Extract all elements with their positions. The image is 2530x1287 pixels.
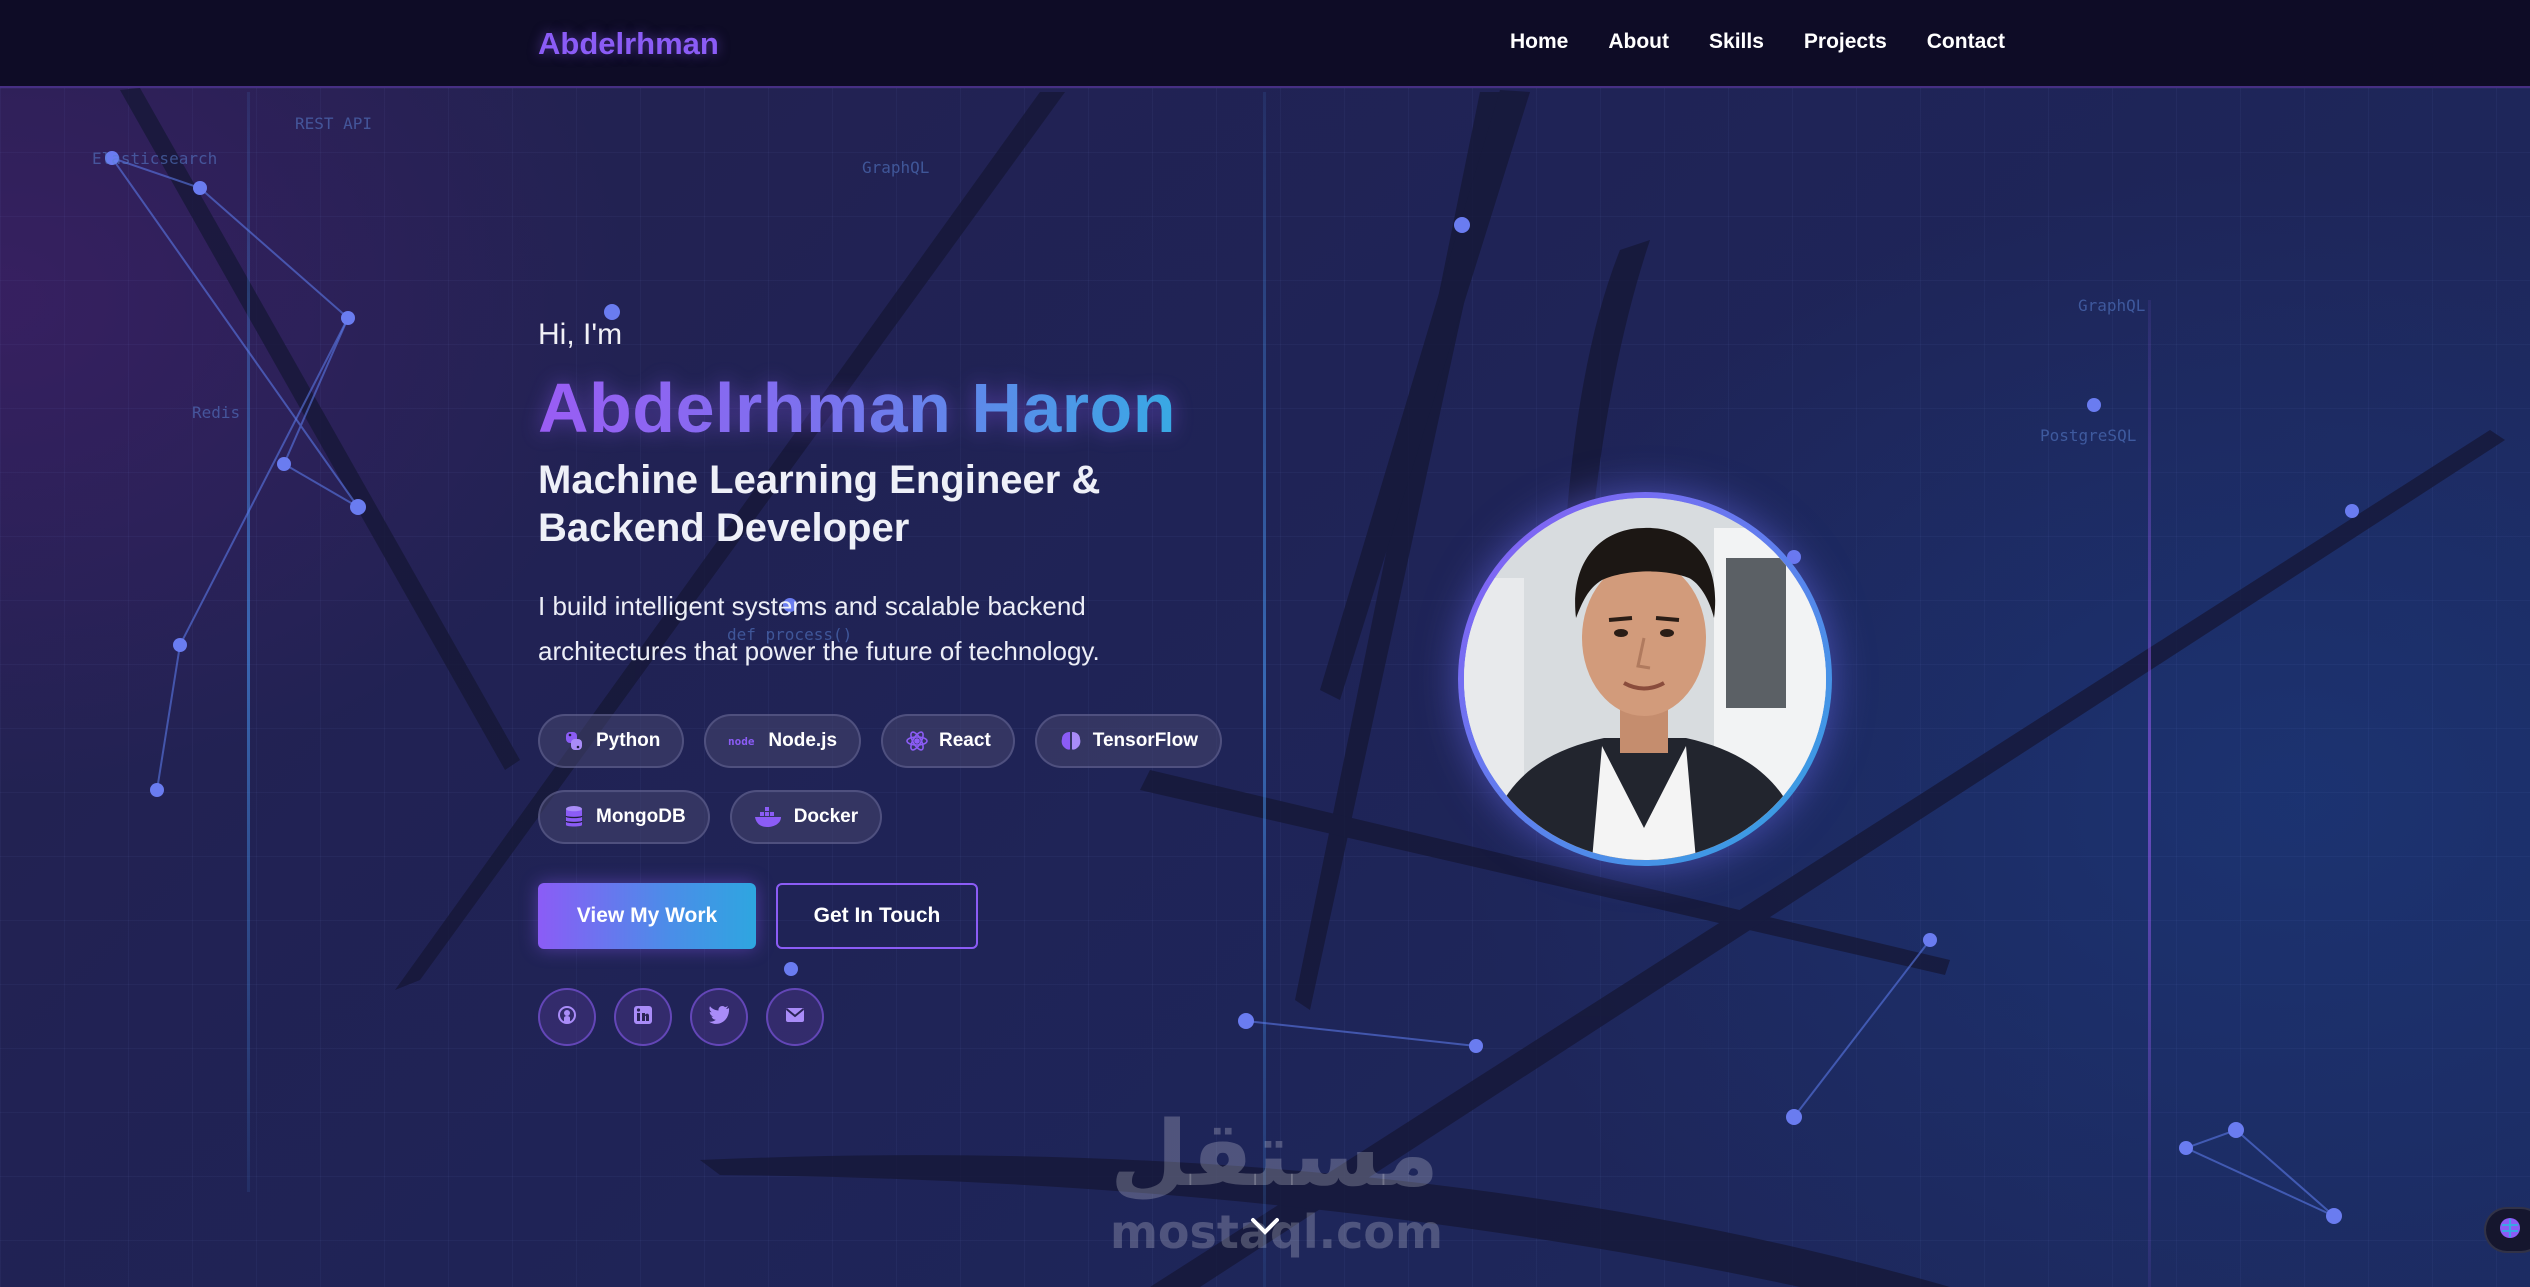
skill-tag-docker: Docker — [729, 790, 883, 844]
email-link[interactable] — [766, 988, 824, 1046]
hero-description-line: I build intelligent systems and scalable… — [538, 591, 1086, 621]
bg-label: Redis — [192, 403, 241, 422]
bg-label: GraphQL — [862, 158, 930, 177]
hero-description-line: architectures that power the future of t… — [538, 636, 1100, 666]
twitter-icon — [708, 1005, 730, 1030]
hero-title-line: Machine Learning Engineer & — [538, 458, 1101, 502]
profile-photo — [1464, 498, 1826, 860]
chevron-down-icon — [1249, 1218, 1281, 1240]
nodejs-icon: node — [728, 729, 758, 753]
get-in-touch-button[interactable]: Get In Touch — [776, 883, 978, 949]
github-icon — [557, 1005, 577, 1030]
skill-tag-react: React — [881, 714, 1015, 768]
github-link[interactable] — [538, 988, 596, 1046]
bg-label: REST API — [295, 114, 373, 133]
bg-label: Elasticsearch — [92, 149, 218, 168]
profile-photo-frame — [1458, 492, 1832, 866]
skill-tag-label: Node.js — [768, 730, 838, 751]
social-links — [538, 988, 842, 1046]
linkedin-icon — [633, 1005, 653, 1030]
nav-link-skills[interactable]: Skills — [1709, 30, 1764, 54]
python-icon — [562, 729, 586, 753]
brain-icon — [2498, 1216, 2522, 1245]
skill-tag-mongodb: MongoDB — [538, 790, 710, 844]
bg-label: PostgreSQL — [2040, 426, 2137, 445]
skill-tag-label: Docker — [793, 806, 859, 827]
floating-assistant-button[interactable] — [2484, 1207, 2530, 1253]
bg-label: GraphQL — [2078, 296, 2146, 315]
scroll-down-indicator[interactable] — [1249, 1216, 1281, 1241]
hero-name: Abdelrhman Haron — [538, 369, 1177, 447]
nav-link-about[interactable]: About — [1608, 30, 1669, 54]
database-icon — [562, 805, 586, 829]
nav-link-contact[interactable]: Contact — [1927, 30, 2005, 54]
skill-tag-label: MongoDB — [596, 806, 686, 827]
skill-tags: Python node Node.js React TensorFlow Mon… — [538, 714, 1258, 866]
background-network-graphic — [105, 88, 2505, 1287]
hero-greeting: Hi, I'm — [538, 318, 623, 351]
skill-tag-label: Python — [596, 730, 661, 751]
twitter-link[interactable] — [690, 988, 748, 1046]
skill-tag-nodejs: node Node.js — [704, 714, 862, 768]
email-icon — [785, 1007, 805, 1028]
docker-icon — [754, 805, 784, 829]
brain-icon — [1059, 729, 1083, 753]
navbar: Abdelrhman Home About Skills Projects Co… — [0, 0, 2530, 88]
skill-tag-label: React — [939, 730, 991, 751]
nav-link-projects[interactable]: Projects — [1804, 30, 1887, 54]
linkedin-link[interactable] — [614, 988, 672, 1046]
nav-link-home[interactable]: Home — [1510, 30, 1568, 54]
hero-title-line: Backend Developer — [538, 506, 910, 550]
hero-description: I build intelligent systems and scalable… — [538, 584, 1218, 674]
react-icon — [905, 729, 929, 753]
skill-tag-tensorflow: TensorFlow — [1034, 714, 1222, 768]
skill-tag-python: Python — [538, 714, 685, 768]
view-my-work-button[interactable]: View My Work — [538, 883, 756, 949]
watermark-arabic: مستقل — [1110, 1102, 1440, 1207]
hero-title: Machine Learning Engineer & Backend Deve… — [538, 456, 1238, 552]
svg-text:node: node — [728, 735, 755, 748]
brand-logo[interactable]: Abdelrhman — [538, 26, 719, 62]
nav-links: Home About Skills Projects Contact — [1510, 30, 2045, 54]
skill-tag-label: TensorFlow — [1092, 730, 1198, 751]
